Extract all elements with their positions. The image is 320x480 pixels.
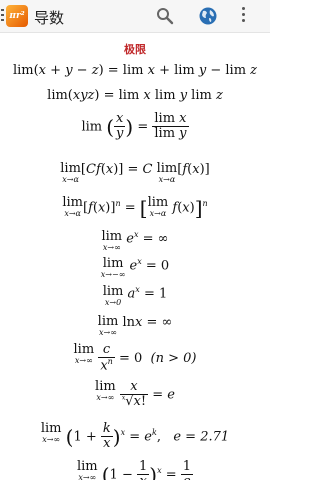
formula-lim-exp-neginf: lim x→−∞ ex = 0 — [100, 256, 170, 279]
search-icon[interactable] — [156, 7, 174, 25]
formula-lim-power: lim x→α [f(x)]n = [lim x→α f(x)]n — [62, 195, 208, 220]
section-title: 极限 — [124, 43, 146, 56]
formula-lim-sum: lim(x + y − z) = lim x + lim y − lim z — [12, 63, 258, 78]
globe-icon[interactable] — [198, 6, 218, 26]
formula-content: 极限 lim(x + y − z) = lim x + lim y − lim … — [0, 32, 270, 480]
formula-lim-c-over-xn: lim x→∞ c xn = 0 (n > 0) — [73, 342, 197, 374]
app-bar: πr² 导数 — [0, 0, 270, 33]
formula-lim-euler: lim x→∞ (1 + k x)x = ek, e = 2.71 — [40, 421, 230, 452]
formula-lim-factorial: lim x→∞ x x√x! = e — [95, 379, 175, 410]
formula-lim-quotient: lim (x y) = lim x lim y — [81, 111, 189, 142]
formula-lim-ax-zero: lim x→0 ax = 1 — [102, 284, 168, 307]
menu-icon[interactable] — [1, 9, 4, 23]
formula-lim-product: lim(xyz) = lim x lim y lim z — [47, 88, 223, 103]
formula-lim-constant: lim x→α [Cf(x)] = C lim x→α [f(x)] — [60, 161, 210, 184]
e-value: e = 2.71 — [173, 429, 230, 445]
overflow-menu-icon[interactable] — [242, 7, 246, 25]
app-logo-icon[interactable]: πr² — [6, 5, 28, 27]
formula-lim-ln: lim x→∞ lnx = ∞ — [97, 314, 173, 337]
app-title: 导数 — [34, 9, 65, 27]
formula-lim-inverse-euler: limx→∞ (1 − 1x)x = 1e — [76, 459, 194, 480]
formula-lim-exp-inf: lim x→∞ ex = ∞ — [101, 229, 169, 252]
condition-n-positive: (n > 0) — [150, 350, 197, 366]
